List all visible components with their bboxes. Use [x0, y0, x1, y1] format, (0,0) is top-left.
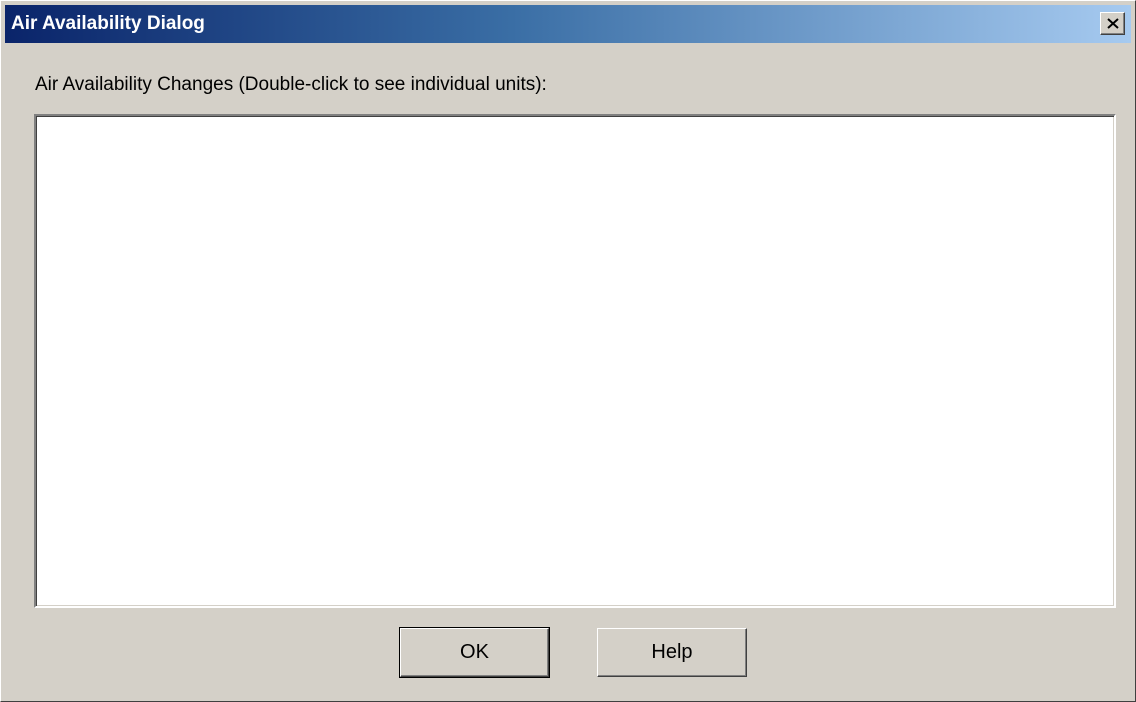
- close-button[interactable]: [1100, 12, 1125, 35]
- ok-button[interactable]: OK: [399, 627, 550, 678]
- close-icon: [1106, 18, 1119, 29]
- title-bar[interactable]: Air Availability Dialog: [5, 5, 1131, 43]
- dialog-window: Air Availability Dialog Air Availability…: [0, 0, 1136, 702]
- air-availability-changes-list[interactable]: [34, 114, 1116, 608]
- air-availability-list-label: Air Availability Changes (Double-click t…: [35, 74, 547, 95]
- help-button[interactable]: Help: [597, 628, 747, 677]
- window-title: Air Availability Dialog: [11, 13, 205, 34]
